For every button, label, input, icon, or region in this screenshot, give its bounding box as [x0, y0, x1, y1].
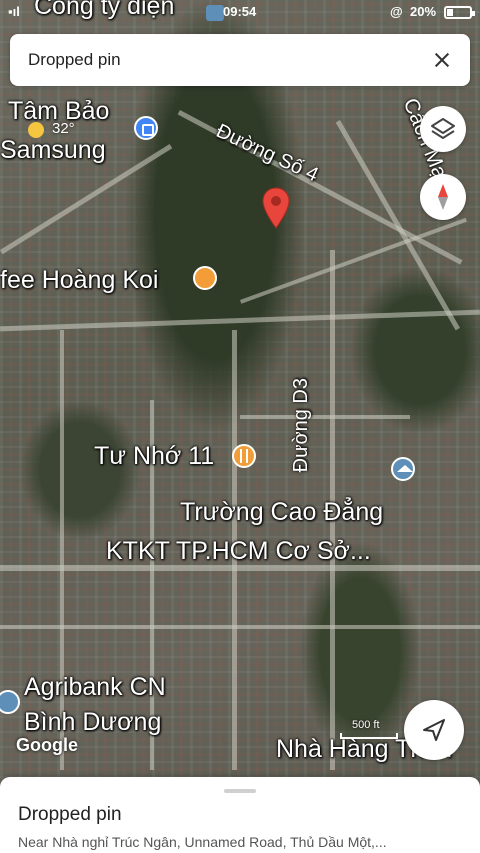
- layers-icon: [431, 118, 455, 139]
- map-label-cafe[interactable]: fee Hoàng Koi: [0, 266, 158, 295]
- building-icon: [206, 5, 224, 21]
- restaurant-icon[interactable]: [232, 444, 256, 468]
- place-address: Near Nhà nghỉ Trúc Ngân, Unnamed Road, T…: [18, 834, 387, 850]
- signal-icon: ▪ıl: [8, 4, 20, 19]
- road: [240, 415, 410, 419]
- battery-icon: [444, 6, 475, 19]
- map-scale-bar: [340, 733, 398, 739]
- shop-icon[interactable]: [134, 116, 158, 140]
- map-label-college-line1[interactable]: Trường Cao Đẳng: [180, 498, 383, 527]
- place-title: Dropped pin: [18, 804, 122, 825]
- search-card[interactable]: Dropped pin: [10, 34, 470, 86]
- road-label-duong-d3: Đường D3: [290, 378, 312, 473]
- cafe-icon[interactable]: [193, 266, 217, 290]
- map-label-agribank-line2[interactable]: Bình Dương: [24, 708, 161, 737]
- map-label-college-line2[interactable]: KTKT TP.HCM Cơ Sở...: [106, 537, 371, 566]
- weather-sun-icon: [28, 122, 44, 138]
- map-scale-label: 500 ft: [352, 719, 380, 731]
- road: [60, 330, 64, 770]
- road: [0, 625, 480, 629]
- pin-icon[interactable]: [260, 186, 292, 230]
- road: [0, 309, 480, 332]
- search-card-title[interactable]: Dropped pin: [28, 50, 121, 70]
- map-label-tu-nho[interactable]: Tư Nhớ 11: [94, 442, 214, 471]
- compass-icon: [438, 184, 448, 210]
- alarm-icon: @: [390, 4, 403, 19]
- sheet-drag-handle[interactable]: [224, 789, 256, 793]
- layers-button[interactable]: [420, 106, 466, 152]
- navigate-icon: [423, 719, 445, 741]
- map-label-samsung[interactable]: Samsung: [0, 136, 106, 165]
- school-icon[interactable]: [391, 457, 415, 481]
- place-bottom-sheet[interactable]: Dropped pin Near Nhà nghỉ Trúc Ngân, Unn…: [0, 777, 480, 853]
- close-icon[interactable]: [426, 44, 458, 76]
- map-label-company[interactable]: Công ty điện: [34, 0, 174, 21]
- battery-percentage: 20%: [410, 4, 437, 19]
- compass-button[interactable]: [420, 174, 466, 220]
- directions-button[interactable]: [404, 700, 464, 760]
- weather-temperature: 32°: [52, 120, 75, 137]
- google-logo: Google: [16, 735, 78, 755]
- map-label-agribank-line1[interactable]: Agribank CN: [24, 673, 166, 702]
- status-time: 09:54: [223, 4, 257, 19]
